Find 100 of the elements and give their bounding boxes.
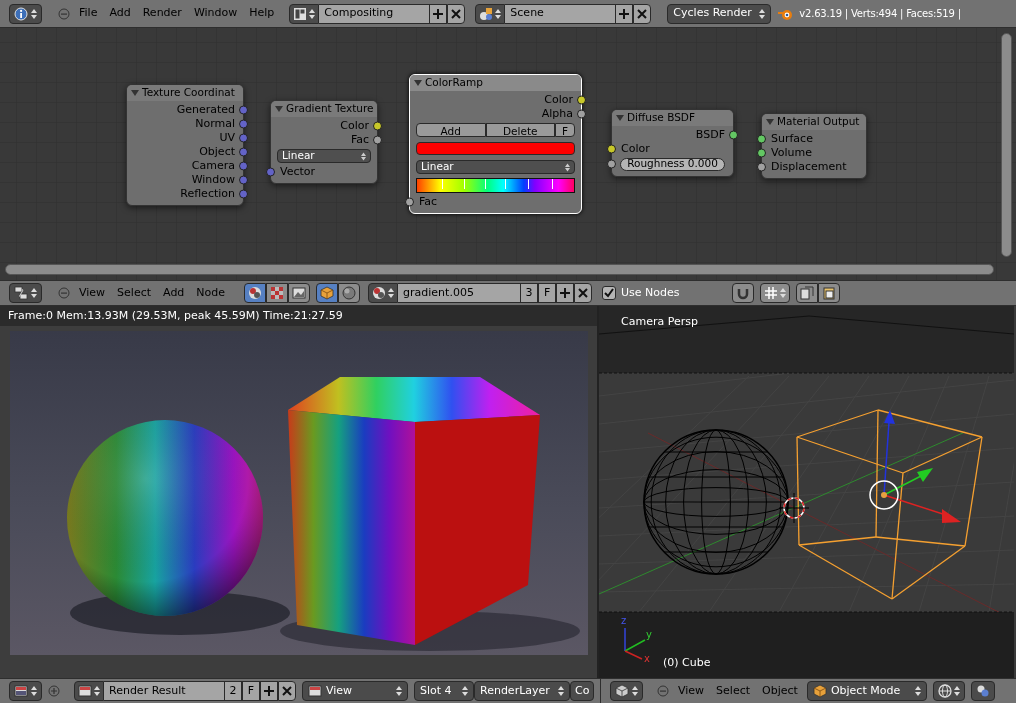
pivot-dropdown[interactable] xyxy=(970,681,995,701)
image-icon xyxy=(78,684,92,698)
name-field[interactable]: gradient.005 xyxy=(398,283,521,303)
menu-item[interactable]: Add xyxy=(160,284,188,302)
ramp-button[interactable]: Add xyxy=(416,123,486,137)
socket[interactable] xyxy=(757,148,766,158)
browse-button[interactable] xyxy=(74,681,104,701)
cube-wireframe-drawing[interactable] xyxy=(796,409,983,600)
roughness-field[interactable]: Roughness 0.000 xyxy=(620,157,725,171)
cube-icon xyxy=(320,286,335,300)
socket-label: Volume xyxy=(771,144,812,161)
expand-triangle-icon[interactable] xyxy=(414,79,422,87)
toggle-button[interactable] xyxy=(338,283,361,303)
3d-cursor-icon[interactable] xyxy=(778,492,810,524)
toggle-button[interactable] xyxy=(244,283,267,303)
render-pass-dropdown[interactable]: Co xyxy=(570,681,595,701)
menu-item[interactable]: Add xyxy=(106,5,134,22)
ramp-button[interactable]: F xyxy=(555,123,575,137)
horizontal-scrollbar[interactable] xyxy=(5,264,994,275)
menu-item[interactable]: Object xyxy=(759,682,801,700)
render-engine-dropdown[interactable]: Cycles Render xyxy=(667,3,772,24)
node-editor-icon xyxy=(14,286,28,300)
up-down-arrows-icon xyxy=(388,287,395,299)
socket[interactable] xyxy=(757,162,766,172)
add-button[interactable] xyxy=(429,3,448,24)
color-ramp[interactable] xyxy=(416,178,575,193)
use-nodes-checkbox[interactable]: Use Nodes xyxy=(602,284,680,302)
interpolation-dropdown[interactable]: Linear xyxy=(277,149,371,163)
socket[interactable] xyxy=(729,130,738,140)
up-down-arrows-icon xyxy=(309,7,316,20)
socket[interactable] xyxy=(373,135,382,145)
close-button[interactable] xyxy=(447,3,466,24)
menu-item[interactable]: View xyxy=(675,682,708,700)
toggle-button[interactable] xyxy=(288,283,311,303)
add-button[interactable] xyxy=(615,3,634,24)
socket[interactable] xyxy=(607,159,616,169)
toggle-button[interactable] xyxy=(266,283,289,303)
menu-item[interactable]: Window xyxy=(190,5,241,22)
name-field[interactable]: Render Result xyxy=(104,681,224,701)
menu-item[interactable]: View xyxy=(76,284,109,302)
menu-item[interactable]: Render xyxy=(139,5,185,22)
socket[interactable] xyxy=(405,197,414,207)
users-count[interactable]: 3 xyxy=(520,283,539,303)
socket[interactable] xyxy=(607,144,616,154)
transform-gizmo-drawing[interactable] xyxy=(869,410,961,523)
browse-button[interactable] xyxy=(289,3,320,24)
socket[interactable] xyxy=(373,121,382,131)
menu-item[interactable]: File xyxy=(76,5,101,22)
slot-dropdown[interactable]: Slot 4 xyxy=(414,681,474,701)
add-button[interactable] xyxy=(556,283,575,303)
fake-user-button[interactable]: F xyxy=(538,283,557,303)
users-count[interactable]: 2 xyxy=(224,681,242,701)
menu-item[interactable]: Help xyxy=(246,5,278,22)
close-button[interactable] xyxy=(278,681,296,701)
name-field[interactable]: Compositing xyxy=(319,3,430,24)
toolbar-button[interactable] xyxy=(731,283,754,303)
cube-icon xyxy=(812,684,827,698)
socket-label: BSDF xyxy=(695,126,725,143)
ramp-button[interactable]: Delete xyxy=(485,123,555,137)
copy-button[interactable] xyxy=(795,283,818,303)
plus-icon xyxy=(618,7,631,20)
socket[interactable] xyxy=(757,134,766,144)
socket-label: Fac xyxy=(419,193,438,210)
toggle-button[interactable] xyxy=(316,283,339,303)
add-button[interactable] xyxy=(260,681,278,701)
editor-type-button[interactable] xyxy=(9,3,42,24)
render-layer-dropdown[interactable]: RenderLayer xyxy=(474,681,570,701)
color-swatch[interactable] xyxy=(416,142,575,155)
name-field[interactable]: Scene xyxy=(505,3,616,24)
editor-type-button[interactable] xyxy=(9,283,42,303)
expand-triangle-icon[interactable] xyxy=(616,114,624,122)
render-info: Frame:0 Mem:13.93M (29.53M, peak 45.59M) Time:21:27.59 xyxy=(8,307,343,324)
view-dropdown[interactable]: View xyxy=(302,681,408,701)
paste-button[interactable] xyxy=(817,283,840,303)
vertical-scrollbar[interactable] xyxy=(1001,33,1012,257)
socket[interactable] xyxy=(577,109,586,119)
expand-triangle-icon[interactable] xyxy=(275,105,283,113)
editor-type-button[interactable] xyxy=(9,681,42,701)
axis-label: y xyxy=(646,628,652,642)
browse-button[interactable] xyxy=(475,3,506,24)
sphere-icon xyxy=(342,286,357,300)
close-button[interactable] xyxy=(633,3,652,24)
close-icon xyxy=(281,685,293,697)
snap-dropdown[interactable] xyxy=(759,283,790,303)
up-down-arrows-icon xyxy=(495,7,502,20)
mode-dropdown[interactable]: Object Mode xyxy=(806,681,927,701)
socket-label: Vector xyxy=(280,163,316,180)
interpolation-dropdown[interactable]: Linear xyxy=(416,160,575,174)
browse-button[interactable] xyxy=(368,283,399,303)
socket-label: Normal xyxy=(195,115,235,132)
close-button[interactable] xyxy=(574,283,593,303)
expand-triangle-icon[interactable] xyxy=(766,118,774,126)
menu-item[interactable]: Select xyxy=(114,284,155,302)
editor-type-button[interactable] xyxy=(610,681,643,701)
socket[interactable] xyxy=(577,95,586,105)
menu-item[interactable]: Select xyxy=(713,682,754,700)
fake-user-button[interactable]: F xyxy=(242,681,260,701)
menu-item[interactable]: Node xyxy=(193,284,229,302)
expand-triangle-icon[interactable] xyxy=(131,89,139,97)
shading-dropdown[interactable] xyxy=(932,681,965,701)
